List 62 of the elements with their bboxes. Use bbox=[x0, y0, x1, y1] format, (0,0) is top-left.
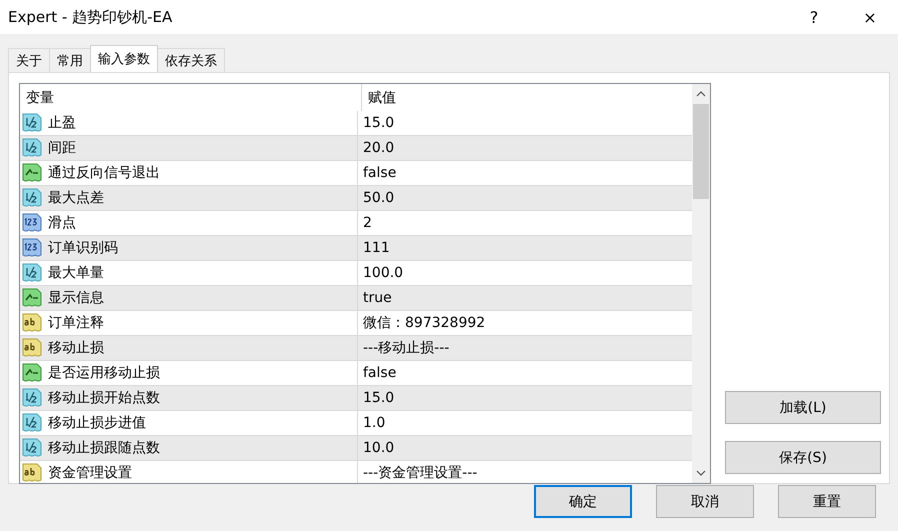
parameter-value[interactable]: ---资金管理设置--- bbox=[358, 461, 692, 483]
window-title: Expert - 趋势印钞机-EA bbox=[7, 8, 174, 26]
cancel-button[interactable]: 取消 bbox=[656, 485, 754, 518]
scroll-up-icon[interactable] bbox=[696, 91, 706, 97]
parameter-name: 订单识别码 bbox=[48, 239, 118, 257]
parameter-value[interactable]: 15.0 bbox=[358, 386, 692, 410]
fraction-icon bbox=[22, 113, 42, 133]
parameter-name: 资金管理设置 bbox=[48, 464, 132, 482]
parameter-value[interactable]: 10.0 bbox=[358, 436, 692, 460]
parameter-name: 移动止损开始点数 bbox=[48, 389, 160, 407]
parameter-value[interactable]: 2 bbox=[358, 211, 692, 235]
toggle-icon bbox=[22, 363, 42, 383]
parameter-value[interactable]: 100.0 bbox=[358, 261, 692, 285]
parameter-value[interactable]: false bbox=[358, 361, 692, 385]
help-button[interactable]: ? bbox=[786, 0, 842, 34]
fraction-icon bbox=[22, 138, 42, 158]
close-button[interactable]: × bbox=[842, 0, 898, 34]
fraction-icon bbox=[22, 188, 42, 208]
column-header[interactable]: 变量 bbox=[20, 84, 362, 111]
tab[interactable]: 依存关系 bbox=[157, 48, 225, 72]
text-icon bbox=[22, 463, 42, 483]
parameter-value[interactable]: 15.0 bbox=[358, 111, 692, 135]
parameter-name: 间距 bbox=[48, 139, 76, 157]
parameter-name: 是否运用移动止损 bbox=[48, 364, 160, 382]
parameter-name: 移动止损步进值 bbox=[48, 414, 146, 432]
fraction-icon bbox=[22, 263, 42, 283]
parameter-value[interactable]: 111 bbox=[358, 236, 692, 260]
toggle-icon bbox=[22, 288, 42, 308]
parameter-name: 最大单量 bbox=[48, 264, 104, 282]
reset-button[interactable]: 重置 bbox=[778, 485, 876, 518]
toggle-icon bbox=[22, 163, 42, 183]
column-header[interactable]: 赋值 bbox=[362, 84, 692, 111]
parameter-value[interactable]: 50.0 bbox=[358, 186, 692, 210]
parameter-value[interactable]: false bbox=[358, 161, 692, 185]
parameter-value[interactable]: ---移动止损--- bbox=[358, 336, 692, 360]
parameter-name: 显示信息 bbox=[48, 289, 104, 307]
number-icon bbox=[22, 238, 42, 258]
load-button[interactable]: 加载(L) bbox=[725, 391, 881, 424]
ok-button[interactable]: 确定 bbox=[534, 485, 632, 518]
scroll-bar[interactable] bbox=[692, 84, 710, 483]
fraction-icon bbox=[22, 438, 42, 458]
parameter-value[interactable]: true bbox=[358, 286, 692, 310]
tab[interactable]: 输入参数 bbox=[90, 45, 158, 72]
parameter-value[interactable]: 20.0 bbox=[358, 136, 692, 160]
parameter-name: 移动止损 bbox=[48, 339, 104, 357]
parameter-name: 通过反向信号退出 bbox=[48, 164, 160, 182]
parameter-value[interactable]: 微信：897328992 bbox=[358, 311, 692, 335]
fraction-icon bbox=[22, 388, 42, 408]
scroll-down-icon[interactable] bbox=[696, 470, 706, 476]
number-icon bbox=[22, 213, 42, 233]
save-button[interactable]: 保存(S) bbox=[725, 441, 881, 474]
text-icon bbox=[22, 313, 42, 333]
parameter-name: 滑点 bbox=[48, 214, 76, 232]
parameter-name: 订单注释 bbox=[48, 314, 104, 332]
parameter-value[interactable]: 1.0 bbox=[358, 411, 692, 435]
scroll-thumb[interactable] bbox=[693, 104, 709, 199]
parameter-name: 止盈 bbox=[48, 114, 76, 132]
parameter-name: 移动止损跟随点数 bbox=[48, 439, 160, 457]
parameter-name: 最大点差 bbox=[48, 189, 104, 207]
fraction-icon bbox=[22, 413, 42, 433]
tab[interactable]: 关于 bbox=[8, 48, 50, 72]
text-icon bbox=[22, 338, 42, 358]
